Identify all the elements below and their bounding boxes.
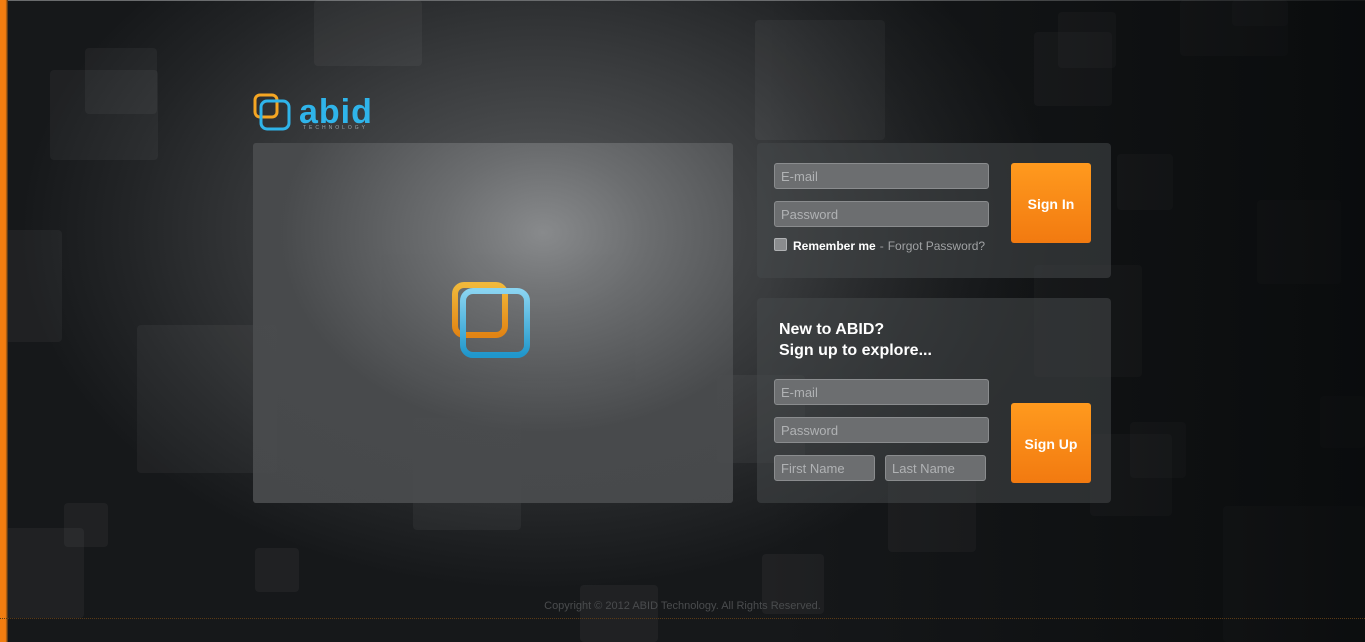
background-square <box>1223 506 1365 642</box>
signin-email-input[interactable] <box>774 163 989 189</box>
remember-row: Remember me - Forgot Password? <box>774 237 985 253</box>
background-square <box>580 585 658 642</box>
background-square <box>255 548 299 592</box>
accent-stripe <box>0 0 8 642</box>
sign-in-button[interactable]: Sign In <box>1011 163 1091 243</box>
background-square <box>0 230 62 342</box>
logo-tagline: TECHNOLOGY <box>303 125 369 131</box>
hero-panel <box>253 143 733 503</box>
brand-logo[interactable]: abid TECHNOLOGY <box>253 93 379 133</box>
background-square <box>755 20 885 140</box>
top-border <box>0 0 1365 1</box>
background-square <box>1257 200 1341 284</box>
first-name-input[interactable] <box>774 455 875 481</box>
remember-checkbox[interactable] <box>774 237 787 251</box>
logo-mark-icon <box>253 93 291 131</box>
background-square <box>1232 0 1288 26</box>
signup-email-input[interactable] <box>774 379 989 405</box>
signup-panel: New to ABID? Sign up to explore... Sign … <box>757 298 1111 503</box>
remember-label[interactable]: Remember me <box>793 239 876 253</box>
forgot-password-link[interactable]: Forgot Password? <box>888 239 985 253</box>
background-square <box>1058 12 1116 68</box>
background-square <box>1320 396 1365 448</box>
logo-mark-icon <box>452 282 530 358</box>
signin-password-input[interactable] <box>774 201 989 227</box>
signup-title-line1: New to ABID? <box>779 321 885 338</box>
signup-title-line2: Sign up to explore... <box>779 342 932 359</box>
last-name-input[interactable] <box>885 455 986 481</box>
footer-copyright: Copyright © 2012 ABID Technology. All Ri… <box>544 600 821 612</box>
signup-heading: New to ABID? Sign up to explore... <box>779 319 932 361</box>
separator: - <box>879 239 884 253</box>
sign-up-button[interactable]: Sign Up <box>1011 403 1091 483</box>
footer-divider <box>0 618 1365 620</box>
background-square <box>1117 154 1173 210</box>
signup-password-input[interactable] <box>774 417 989 443</box>
background-square <box>314 0 422 66</box>
background-square <box>85 48 157 114</box>
signin-panel: Remember me - Forgot Password? Sign In <box>757 143 1111 278</box>
